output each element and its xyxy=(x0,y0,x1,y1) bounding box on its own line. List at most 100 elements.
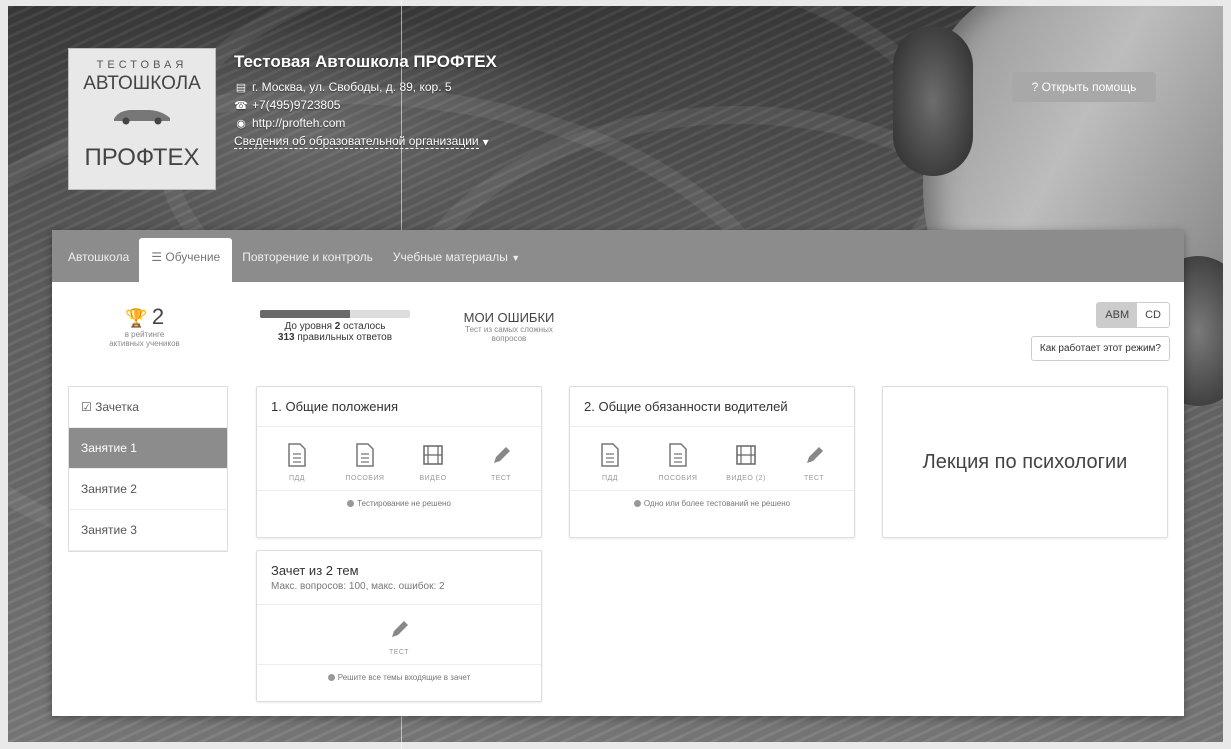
exam-card-header[interactable]: Зачет из 2 тем Макс. вопросов: 100, макс… xyxy=(257,551,541,605)
film-icon xyxy=(423,445,443,465)
topic-card-tools: ПДД ПОСОБИЯ ВИДЕО ТЕСТ xyxy=(257,427,541,490)
pdd-label: ПДД xyxy=(288,475,305,482)
level-progress-bar xyxy=(260,310,410,318)
topic-card-2: 2. Общие обязанности водителей ПДД ПОСОБ… xyxy=(569,386,855,538)
level-progress-fill xyxy=(260,310,350,318)
rating-value: 2 xyxy=(151,304,165,329)
nav-bar: Автошкола ☰ Обучение Повторение и контро… xyxy=(52,230,1184,282)
test-label: ТЕСТ xyxy=(803,475,825,482)
tab-review-label: Повторение и контроль xyxy=(242,250,373,264)
manuals-label: ПОСОБИЯ xyxy=(658,475,698,482)
topic-card-tools: ПДД ПОСОБИЯ ВИДЕО (2) ТЕСТ xyxy=(570,427,854,490)
test-label: ТЕСТ xyxy=(490,475,512,482)
level-text-1: До уровня 2 осталось xyxy=(284,321,386,332)
address-text: г. Москва, ул. Свободы, д. 89, кор. 5 xyxy=(252,80,452,94)
map-icon: ▤ xyxy=(235,81,247,94)
info-row[interactable]: Сведения об образовательной организации … xyxy=(234,134,497,149)
topic-card-title[interactable]: 1. Общие положения xyxy=(257,387,541,427)
status-icon xyxy=(327,674,335,682)
document-icon xyxy=(356,443,374,467)
pdd-label: ПДД xyxy=(601,475,618,482)
mistakes-title: МОИ ОШИБКИ xyxy=(463,310,555,325)
organization-info-link[interactable]: Сведения об образовательной организации xyxy=(234,134,479,149)
lecture-card[interactable]: Лекция по психологии xyxy=(882,386,1168,538)
pencil-icon xyxy=(392,621,408,637)
mistakes-sub-2: вопросов xyxy=(491,334,527,343)
lessons-sidebar: ☑ Зачетка Занятие 1 Занятие 2 Занятие 3 xyxy=(68,386,228,552)
status-icon xyxy=(633,500,641,508)
website-row[interactable]: ◉ http://profteh.com xyxy=(234,116,497,130)
video-label: ВИДЕО xyxy=(419,475,447,482)
film-icon xyxy=(736,445,756,465)
globe-icon: ◉ xyxy=(236,117,246,130)
video-tool[interactable]: ВИДЕО xyxy=(403,443,463,482)
document-icon xyxy=(288,443,306,467)
rating-stat[interactable]: 🏆 2 в рейтинге активных учеников xyxy=(62,304,227,348)
rating-label-2: активных учеников xyxy=(109,339,180,348)
address-row: ▤ г. Москва, ул. Свободы, д. 89, кор. 5 xyxy=(234,80,497,94)
school-logo[interactable]: ТЕСТОВАЯ АВТОШКОЛА ПРОФТЕХ xyxy=(68,48,216,190)
pencil-icon xyxy=(807,447,823,463)
logo-line-2: АВТОШКОЛА xyxy=(83,73,201,94)
video-label: ВИДЕО (2) xyxy=(726,475,766,482)
manuals-tool[interactable]: ПОСОБИЯ xyxy=(335,443,395,482)
tab-review-control[interactable]: Повторение и контроль xyxy=(232,250,383,282)
topic-card-1: 1. Общие положения ПДД ПОСОБИЯ ВИДЕО ТЕС… xyxy=(256,386,542,538)
topic-card-title[interactable]: 2. Общие обязанности водителей xyxy=(570,387,854,427)
checkbox-icon: ☑ xyxy=(81,400,92,414)
tab-learning[interactable]: ☰ Обучение xyxy=(139,238,233,282)
pencil-icon xyxy=(494,447,510,463)
category-abm-button[interactable]: ABM xyxy=(1097,303,1138,327)
test-tool[interactable]: ТЕСТ xyxy=(369,617,429,656)
main-panel: Автошкола ☰ Обучение Повторение и контро… xyxy=(52,230,1184,716)
pdd-tool[interactable]: ПДД xyxy=(267,443,327,482)
category-toggle: ABM CD xyxy=(1096,302,1170,328)
sidebar-item-record-book[interactable]: ☑ Зачетка xyxy=(69,387,227,428)
phone-row: ☎ +7(495)9723805 xyxy=(234,98,497,112)
exam-tools: ТЕСТ xyxy=(257,605,541,664)
exam-subtitle: Макс. вопросов: 100, макс. ошибок: 2 xyxy=(271,581,445,592)
document-icon xyxy=(669,443,687,467)
stats-row: 🏆 2 в рейтинге активных учеников До уров… xyxy=(52,294,1184,368)
mistakes-sub-1: Тест из самых сложных xyxy=(465,325,553,334)
rating-label-1: в рейтинге xyxy=(124,330,165,339)
chevron-down-icon: ▾ xyxy=(482,134,489,149)
exam-status: Решите все темы входящие в зачет xyxy=(257,664,541,692)
test-tool[interactable]: ТЕСТ xyxy=(784,443,844,482)
status-icon xyxy=(347,500,355,508)
level-text-2: 313 правильных ответов xyxy=(277,332,393,343)
how-it-works-button[interactable]: Как работает этот режим? xyxy=(1030,336,1170,361)
sidebar-item-lesson-1[interactable]: Занятие 1 xyxy=(69,428,227,469)
lecture-title: Лекция по психологии xyxy=(922,450,1128,473)
school-info: Тестовая Автошкола ПРОФТЕХ ▤ г. Москва, … xyxy=(234,52,497,153)
document-icon xyxy=(601,443,619,467)
sidebar-item-label: Зачетка xyxy=(95,400,139,414)
open-help-button[interactable]: ? Открыть помощь xyxy=(1012,72,1156,102)
tab-materials-label: Учебные материалы xyxy=(392,250,508,264)
topic-card-status: Тестирование не решено xyxy=(257,490,541,518)
phone-text: +7(495)9723805 xyxy=(252,98,341,112)
sidebar-item-lesson-3[interactable]: Занятие 3 xyxy=(69,510,227,551)
manuals-label: ПОСОБИЯ xyxy=(345,475,385,482)
video-tool[interactable]: ВИДЕО (2) xyxy=(716,443,776,482)
test-label: ТЕСТ xyxy=(388,649,410,656)
tab-learning-label: Обучение xyxy=(165,250,221,264)
car-icon xyxy=(114,110,170,125)
manuals-tool[interactable]: ПОСОБИЯ xyxy=(648,443,708,482)
sidebar-item-lesson-2[interactable]: Занятие 2 xyxy=(69,469,227,510)
website-link[interactable]: http://profteh.com xyxy=(252,116,345,130)
my-mistakes-link[interactable]: МОИ ОШИБКИ Тест из самых сложных вопросо… xyxy=(434,310,584,343)
category-cd-button[interactable]: CD xyxy=(1137,303,1169,327)
school-name: Тестовая Автошкола ПРОФТЕХ xyxy=(234,52,497,71)
tab-autoschool[interactable]: Автошкола xyxy=(58,250,139,282)
pdd-tool[interactable]: ПДД xyxy=(580,443,640,482)
exam-card: Зачет из 2 тем Макс. вопросов: 100, макс… xyxy=(256,550,542,702)
graduation-cap-icon: ☰ xyxy=(151,250,163,264)
logo-line-3: ПРОФТЕХ xyxy=(84,144,200,171)
tab-materials[interactable]: Учебные материалы ▼ xyxy=(383,250,530,282)
tab-autoschool-label: Автошкола xyxy=(68,250,130,264)
logo-line-1: ТЕСТОВАЯ xyxy=(96,59,188,71)
test-tool[interactable]: ТЕСТ xyxy=(471,443,531,482)
topic-card-status: Одно или более тестований не решено xyxy=(570,490,854,518)
chevron-down-icon: ▼ xyxy=(511,253,521,263)
